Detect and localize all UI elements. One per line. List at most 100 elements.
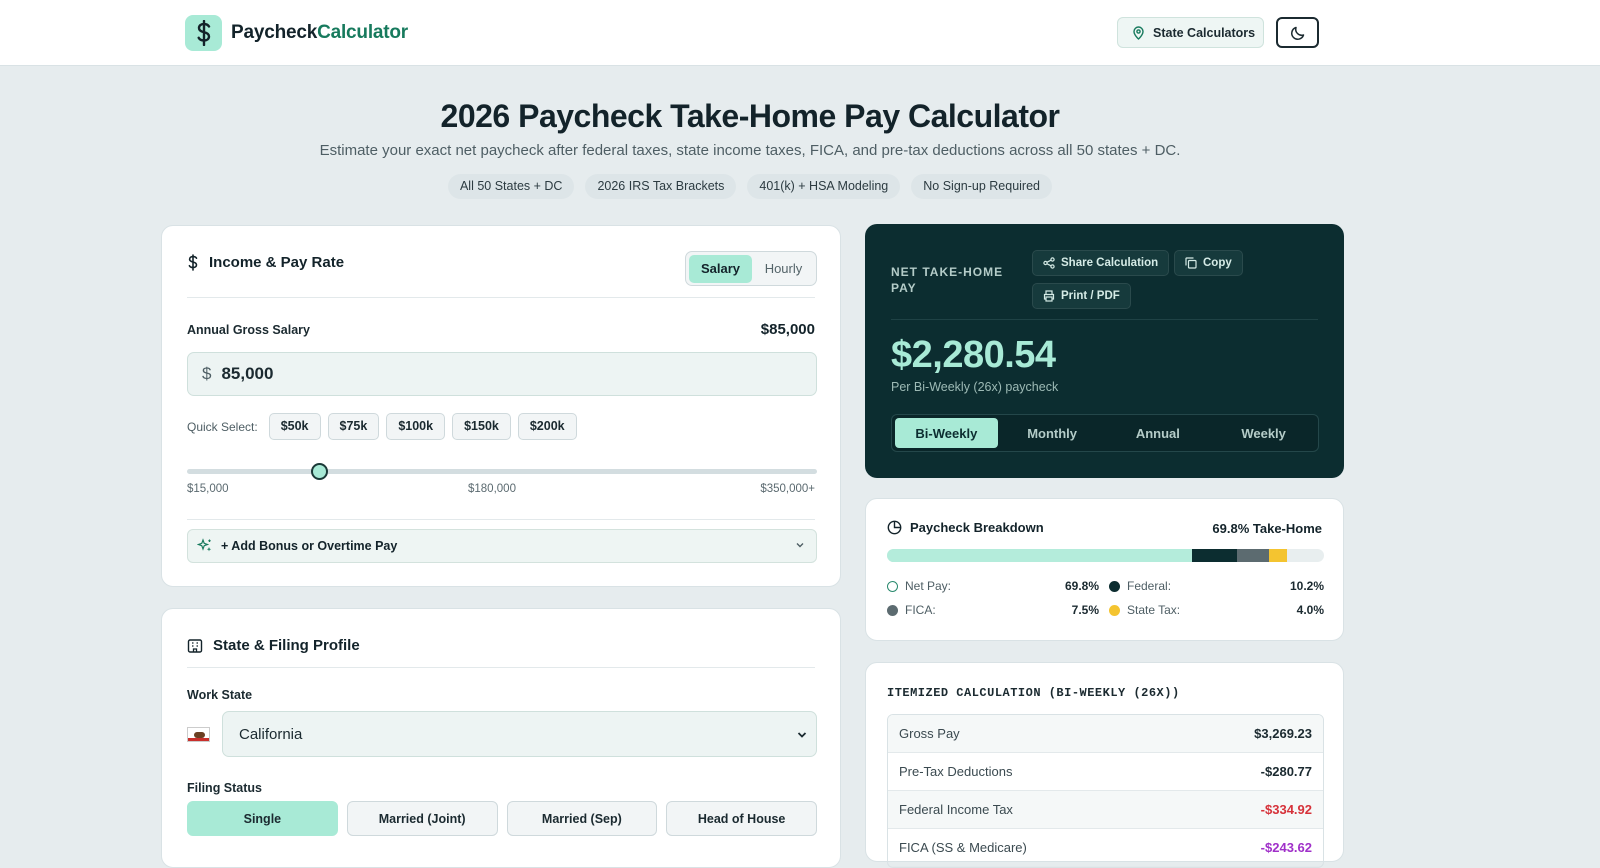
salary-mode-button[interactable]: Salary	[689, 254, 752, 283]
theme-toggle-button[interactable]	[1276, 17, 1319, 48]
slider-min-label: $15,000	[187, 483, 229, 495]
table-row: Pre-Tax Deductions -$280.77	[888, 753, 1323, 791]
take-home-percent: 69.8% Take-Home	[1212, 521, 1322, 536]
add-bonus-toggle[interactable]: + Add Bonus or Overtime Pay	[187, 529, 817, 563]
feature-chip: No Sign-up Required	[911, 174, 1053, 199]
paycheck-breakdown-card: Paycheck Breakdown 69.8% Take-Home Net P…	[865, 498, 1344, 641]
filing-married-joint-button[interactable]: Married (Joint)	[346, 801, 498, 836]
salary-label: Annual Gross Salary	[187, 323, 310, 337]
feature-chip: 2026 IRS Tax Brackets	[585, 174, 737, 199]
divider	[187, 297, 815, 298]
top-navbar: PaycheckCalculator State Calculators	[0, 0, 1600, 66]
legend-federal-value: 10.2%	[1289, 579, 1324, 593]
moon-icon	[1290, 26, 1304, 40]
frequency-weekly-button[interactable]: Weekly	[1212, 418, 1315, 448]
logo[interactable]: PaycheckCalculator	[185, 15, 408, 51]
quick-select-200k[interactable]: $200k	[517, 413, 577, 440]
state-card-title: State & Filing Profile	[187, 637, 360, 654]
table-row: Gross Pay $3,269.23	[888, 715, 1323, 753]
legend-fica-value: 7.5%	[1071, 603, 1099, 617]
income-card-title: Income & Pay Rate	[187, 254, 344, 271]
table-row: Federal Income Tax -$334.92	[888, 791, 1323, 829]
page-title: 2026 Paycheck Take-Home Pay Calculator	[440, 98, 1060, 134]
copy-icon	[1185, 257, 1197, 269]
pay-mode-toggle: Salary Hourly	[685, 251, 817, 286]
salary-slider-thumb[interactable]	[310, 463, 328, 480]
quick-select: Quick Select: $50k $75k $100k $150k $200…	[187, 413, 577, 440]
share-icon	[1043, 257, 1055, 269]
quick-select-100k[interactable]: $100k	[386, 413, 446, 440]
state-filing-card: State & Filing Profile Work State Califo…	[161, 608, 841, 868]
filing-married-sep-button[interactable]: Married (Sep)	[506, 801, 658, 836]
breakdown-title: Paycheck Breakdown	[887, 520, 1044, 535]
income-card: Income & Pay Rate Salary Hourly Annual G…	[161, 225, 841, 587]
filing-head-of-house-button[interactable]: Head of House	[666, 801, 817, 836]
building-icon	[187, 639, 203, 653]
quick-select-50k[interactable]: $50k	[268, 413, 321, 440]
table-row: FICA (SS & Medicare) -$243.62	[888, 829, 1323, 867]
itemized-title: ITEMIZED CALCULATION (BI-WEEKLY (26X))	[887, 686, 1180, 700]
net-take-home-card: NET TAKE-HOME PAY Share Calculation Copy…	[865, 224, 1344, 478]
feature-chips: All 50 States + DC 2026 IRS Tax Brackets…	[0, 174, 1500, 199]
state-calculators-button[interactable]: State Calculators	[1117, 17, 1264, 48]
itemized-table: Gross Pay $3,269.23 Pre-Tax Deductions -…	[887, 714, 1324, 868]
breakdown-segment-federal	[1192, 549, 1237, 562]
hourly-mode-button[interactable]: Hourly	[754, 255, 813, 283]
page-subtitle: Estimate your exact net paycheck after f…	[319, 142, 1181, 159]
filing-status-options: Single Married (Joint) Married (Sep) Hea…	[187, 801, 817, 836]
california-flag-icon	[187, 726, 210, 742]
legend-fica: FICA:	[887, 603, 936, 617]
work-state-label: Work State	[187, 688, 253, 702]
salary-display: $85,000	[760, 321, 815, 338]
legend-state-tax: State Tax:	[1109, 603, 1180, 617]
salary-input[interactable]: $ 85,000	[187, 352, 817, 396]
share-calculation-button[interactable]: Share Calculation	[1032, 250, 1170, 276]
breakdown-segment-fica	[1236, 549, 1270, 562]
divider	[187, 519, 815, 520]
chevron-down-icon	[797, 732, 807, 738]
map-pin-icon	[1133, 25, 1144, 40]
state-calculators-label: State Calculators	[1153, 25, 1256, 40]
print-pdf-button[interactable]: Print / PDF	[1032, 283, 1131, 309]
divider	[891, 319, 1318, 320]
legend-net-pay: Net Pay:	[887, 579, 951, 593]
dollar-logo-icon	[185, 15, 222, 51]
legend-state-tax-value: 4.0%	[1296, 603, 1324, 617]
filing-status-label: Filing Status	[187, 781, 262, 795]
filing-single-button[interactable]: Single	[187, 801, 338, 836]
divider	[187, 667, 815, 668]
work-state-value: California	[239, 725, 303, 743]
quick-select-75k[interactable]: $75k	[327, 413, 380, 440]
printer-icon	[1043, 290, 1055, 302]
pay-frequency-toggle: Bi-Weekly Monthly Annual Weekly	[891, 414, 1319, 452]
frequency-biweekly-button[interactable]: Bi-Weekly	[895, 418, 998, 448]
logo-text: PaycheckCalculator	[231, 22, 409, 43]
currency-symbol: $	[202, 364, 212, 383]
quick-select-label: Quick Select:	[187, 419, 258, 434]
net-take-home-label: NET TAKE-HOME PAY	[891, 265, 1004, 295]
add-bonus-label: + Add Bonus or Overtime Pay	[221, 539, 398, 553]
breakdown-stacked-bar	[887, 549, 1324, 562]
dollar-icon	[188, 254, 198, 271]
salary-slider-track[interactable]	[187, 469, 817, 474]
itemized-calculation-card: ITEMIZED CALCULATION (BI-WEEKLY (26X)) G…	[865, 662, 1344, 868]
legend-net-pay-value: 69.8%	[1064, 579, 1099, 593]
frequency-annual-button[interactable]: Annual	[1107, 418, 1210, 448]
breakdown-segment-net-pay	[887, 549, 1193, 562]
slider-max-label: $350,000+	[760, 483, 815, 495]
work-state-row: California	[187, 711, 817, 757]
net-pay-frequency-text: Per Bi-Weekly (26x) paycheck	[891, 380, 1059, 394]
quick-select-150k[interactable]: $150k	[452, 413, 511, 440]
legend-dot	[1109, 580, 1120, 592]
chevron-down-icon	[796, 543, 804, 548]
slider-mid-label: $180,000	[468, 483, 516, 495]
breakdown-segment-state-tax	[1269, 549, 1287, 562]
feature-chip: All 50 States + DC	[447, 174, 575, 199]
copy-button[interactable]: Copy	[1174, 250, 1243, 276]
legend-dot	[887, 580, 898, 592]
legend-dot	[1109, 604, 1120, 616]
work-state-select[interactable]: California	[222, 711, 817, 757]
legend-dot	[887, 604, 898, 616]
net-pay-amount: $2,280.54	[891, 334, 1056, 376]
frequency-monthly-button[interactable]: Monthly	[1001, 418, 1104, 448]
